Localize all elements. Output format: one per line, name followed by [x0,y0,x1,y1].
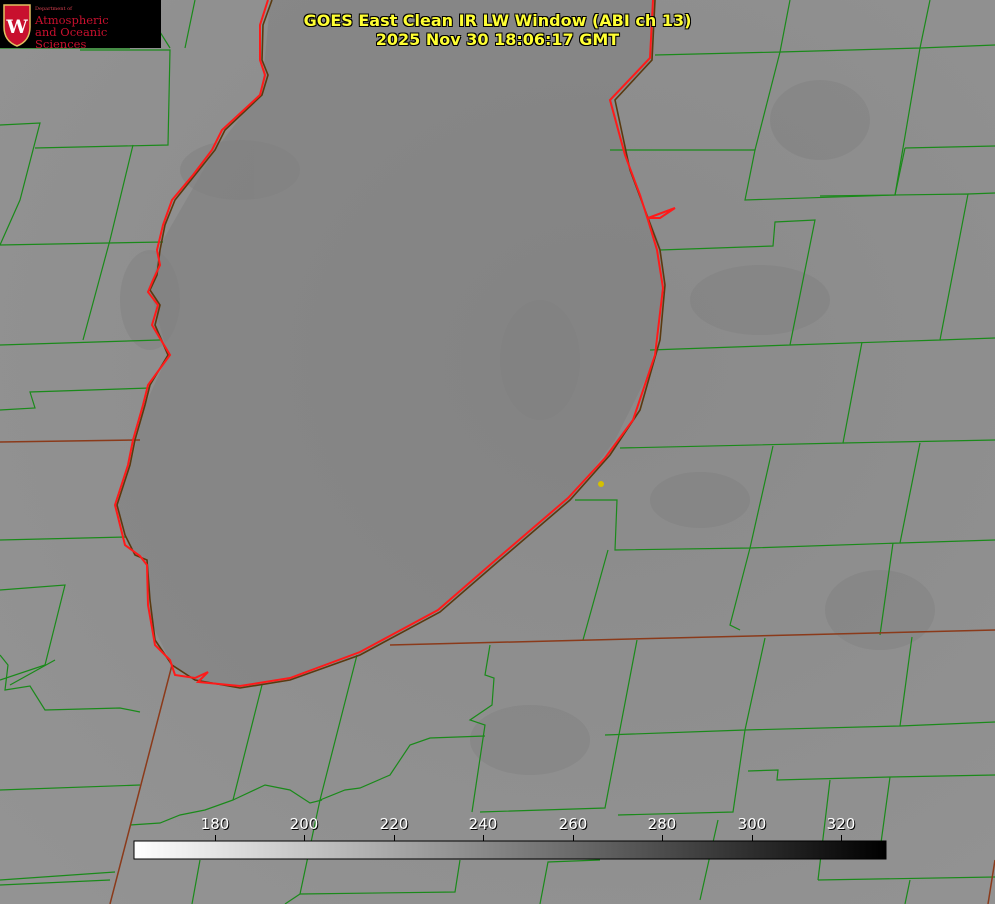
tick-label: 280 [647,815,677,833]
location-marker [598,481,604,487]
tick-label: 220 [379,815,409,833]
tick-label: 240 [468,815,498,833]
tick-mark [304,835,305,841]
timestamp-title: 2025 Nov 30 18:06:17 GMT [375,30,620,49]
tick-mark [573,835,574,841]
tick-mark [215,835,216,841]
tick-mark [662,835,663,841]
tick-label: 300 [737,815,767,833]
tick-mark [483,835,484,841]
tick-label: 200 [289,815,319,833]
colorbar-gradient [133,840,887,860]
product-title: GOES East Clean IR LW Window (ABI ch 13) [303,11,692,30]
tick-mark [752,835,753,841]
tick-label: 320 [826,815,856,833]
tick-label: 180 [200,815,230,833]
tick-label: 260 [558,815,588,833]
tick-mark [841,835,842,841]
tick-mark [394,835,395,841]
satellite-map [0,0,995,904]
